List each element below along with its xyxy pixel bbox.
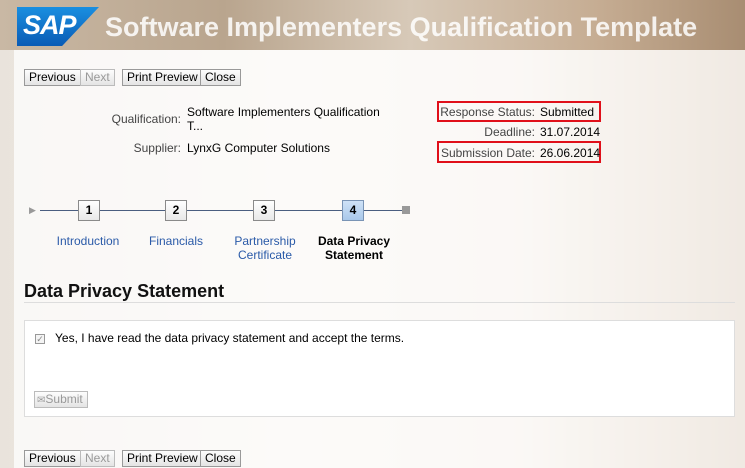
step-4[interactable]: 4 [342,200,364,221]
response-status-label: Response Status: [440,105,535,119]
step-1[interactable]: 1 [78,200,100,221]
section-divider [24,302,735,303]
start-arrow-icon: ▶ [29,205,36,215]
supplier-label: Supplier: [133,141,181,155]
step-3[interactable]: 3 [253,200,275,221]
close-button-bottom[interactable]: Close [200,450,241,467]
next-button[interactable]: Next [80,69,115,86]
submission-date-value: 26.06.2014 [540,146,601,160]
deadline-label: Deadline: [484,125,535,139]
step-2-label[interactable]: Financials [136,234,216,248]
print-preview-button[interactable]: Print Preview [122,69,203,86]
section-title: Data Privacy Statement [24,281,225,301]
step-3-label[interactable]: Partnership Certificate [224,234,306,262]
next-button-bottom[interactable]: Next [80,450,115,467]
print-preview-button-bottom[interactable]: Print Preview [122,450,203,467]
end-marker-icon [402,206,410,214]
step-1-label[interactable]: Introduction [48,234,128,248]
accept-terms-checkbox[interactable]: ✓ [35,334,45,344]
response-status-value: Submitted [540,105,595,119]
submission-date-label: Submission Date: [440,146,535,160]
step-2[interactable]: 2 [165,200,187,221]
qualification-label: Qualification: [111,112,181,126]
qualification-value-cont: T... [187,119,204,133]
close-button[interactable]: Close [200,69,241,86]
previous-button-bottom[interactable]: Previous [24,450,81,467]
submit-button[interactable]: ✉Submit [34,391,88,408]
step-4-label: Data Privacy Statement [317,234,391,262]
accept-terms-label: Yes, I have read the data privacy statem… [55,331,405,345]
supplier-value: LynxG Computer Solutions [187,141,330,155]
previous-button[interactable]: Previous [24,69,81,86]
qualification-value: Software Implementers Qualification [187,105,380,119]
deadline-value: 31.07.2014 [540,125,601,139]
page-title: Software Implementers Qualification Temp… [105,12,698,42]
